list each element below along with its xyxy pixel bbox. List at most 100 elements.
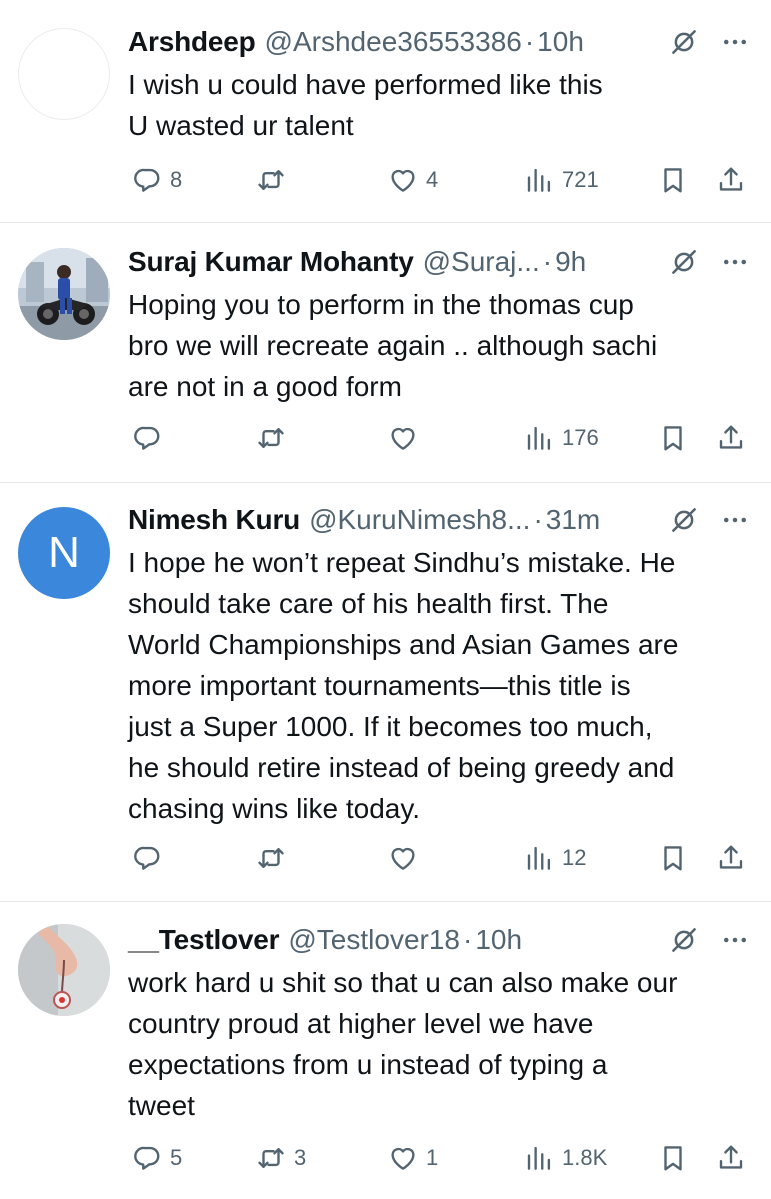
tweet-3[interactable]: N Nimesh Kuru @KuruNimesh8... · 31m I ho… (0, 483, 771, 901)
views-count: 176 (562, 425, 599, 450)
tweet-header: Arshdeep @Arshdee36553386 · 10h (128, 22, 771, 62)
avatar-letter: N (48, 528, 80, 577)
text-line: U wasted ur talent (128, 110, 354, 141)
bookmark-button[interactable] (658, 1138, 688, 1178)
text-line: country proud at higher level we have (128, 1008, 594, 1039)
display-name[interactable]: __Testlover (128, 924, 280, 956)
display-name[interactable]: Nimesh Kuru (128, 504, 300, 536)
retweet-button[interactable]: 3 (256, 1138, 306, 1178)
reply-button[interactable] (132, 838, 170, 878)
reply-feed: Arshdeep @Arshdee36553386 · 10h I wish u… (0, 0, 771, 1199)
bookmark-button[interactable] (658, 418, 688, 458)
text-line: should take care of his health first. Th… (128, 588, 609, 619)
text-line: more important tournaments—this title is (128, 670, 631, 701)
reply-button[interactable] (132, 418, 170, 458)
views-button[interactable]: 12 (524, 838, 586, 878)
views-icon (524, 843, 554, 873)
mute-icon[interactable] (669, 27, 699, 57)
like-button[interactable] (388, 838, 426, 878)
text-line: are not in a good form (128, 371, 402, 402)
mute-icon[interactable] (669, 505, 699, 535)
action-bar: 8 4 721 (128, 160, 771, 200)
retweet-count: 3 (294, 1145, 307, 1170)
share-icon (716, 1143, 746, 1173)
avatar[interactable] (18, 28, 110, 120)
share-icon (716, 165, 746, 195)
more-icon[interactable] (719, 247, 751, 277)
avatar[interactable] (18, 248, 110, 340)
text-line: Hoping you to perform in the thomas cup (128, 289, 634, 320)
retweet-button[interactable] (256, 160, 294, 200)
action-bar: 12 (128, 838, 771, 878)
text-line: bro we will recreate again .. although s… (128, 330, 658, 361)
like-button[interactable]: 1 (388, 1138, 438, 1178)
views-button[interactable]: 1.8K (524, 1138, 607, 1178)
views-count: 1.8K (562, 1145, 608, 1170)
reply-icon (132, 423, 162, 453)
share-button[interactable] (716, 1138, 746, 1178)
share-button[interactable] (716, 160, 746, 200)
views-icon (524, 165, 554, 195)
retweet-icon (256, 843, 286, 873)
share-button[interactable] (716, 418, 746, 458)
tweet-2[interactable]: Suraj Kumar Mohanty @Suraj... · 9h Hopin… (0, 223, 771, 482)
user-handle[interactable]: @Testlover18 (288, 924, 460, 956)
views-count: 721 (562, 167, 599, 192)
avatar[interactable] (18, 924, 110, 1016)
like-button[interactable] (388, 418, 426, 458)
retweet-icon (256, 423, 286, 453)
separator-dot: · (524, 26, 535, 57)
heart-icon (388, 165, 418, 195)
avatar[interactable]: N (18, 507, 110, 599)
tweet-text: I wish u could have performed like this … (128, 64, 753, 146)
like-button[interactable]: 4 (388, 160, 438, 200)
retweet-button[interactable] (256, 418, 294, 458)
mute-icon[interactable] (669, 925, 699, 955)
text-line: he should retire instead of being greedy… (128, 752, 675, 783)
action-bar: 176 (128, 418, 771, 458)
more-icon[interactable] (719, 925, 751, 955)
share-icon (716, 423, 746, 453)
tweet-header: __Testlover @Testlover18 · 10h (128, 920, 771, 960)
tweet-4[interactable]: __Testlover @Testlover18 · 10h work hard… (0, 902, 771, 1199)
reply-button[interactable]: 5 (132, 1138, 182, 1178)
user-handle[interactable]: @KuruNimesh8... (309, 504, 530, 536)
text-line: just a Super 1000. If it becomes too muc… (128, 711, 653, 742)
tweet-1[interactable]: Arshdeep @Arshdee36553386 · 10h I wish u… (0, 0, 771, 222)
mute-icon[interactable] (669, 247, 699, 277)
reply-icon (132, 843, 162, 873)
bookmark-icon (658, 423, 688, 453)
bookmark-button[interactable] (658, 160, 688, 200)
reply-button[interactable]: 8 (132, 160, 182, 200)
bookmark-icon (658, 843, 688, 873)
display-name[interactable]: Suraj Kumar Mohanty (128, 246, 414, 278)
timestamp[interactable]: 10h (475, 924, 522, 956)
user-handle[interactable]: @Suraj... (423, 246, 540, 278)
text-line: work hard u shit so that u can also make… (128, 967, 678, 998)
timestamp[interactable]: 9h (555, 246, 586, 278)
text-line: chasing wins like today. (128, 793, 421, 824)
reply-count: 5 (170, 1145, 183, 1170)
timestamp[interactable]: 10h (537, 26, 584, 58)
bookmark-icon (658, 1143, 688, 1173)
views-icon (524, 423, 554, 453)
views-button[interactable]: 176 (524, 418, 599, 458)
text-line: expectations from u instead of typing a (128, 1049, 608, 1080)
action-bar: 5 3 1 1.8K (128, 1138, 771, 1178)
timestamp[interactable]: 31m (546, 504, 600, 536)
separator-dot: · (542, 246, 553, 277)
more-icon[interactable] (719, 505, 751, 535)
user-handle[interactable]: @Arshdee36553386 (265, 26, 522, 58)
share-button[interactable] (716, 838, 746, 878)
views-button[interactable]: 721 (524, 160, 599, 200)
more-icon[interactable] (719, 27, 751, 57)
retweet-button[interactable] (256, 838, 294, 878)
text-line: I hope he won’t repeat Sindhu’s mistake.… (128, 547, 676, 578)
like-count: 4 (426, 167, 439, 192)
tweet-text: Hoping you to perform in the thomas cup … (128, 284, 753, 407)
heart-icon (388, 843, 418, 873)
bookmark-button[interactable] (658, 838, 688, 878)
avatar-photo (18, 924, 110, 1016)
heart-icon (388, 1143, 418, 1173)
display-name[interactable]: Arshdeep (128, 26, 256, 58)
